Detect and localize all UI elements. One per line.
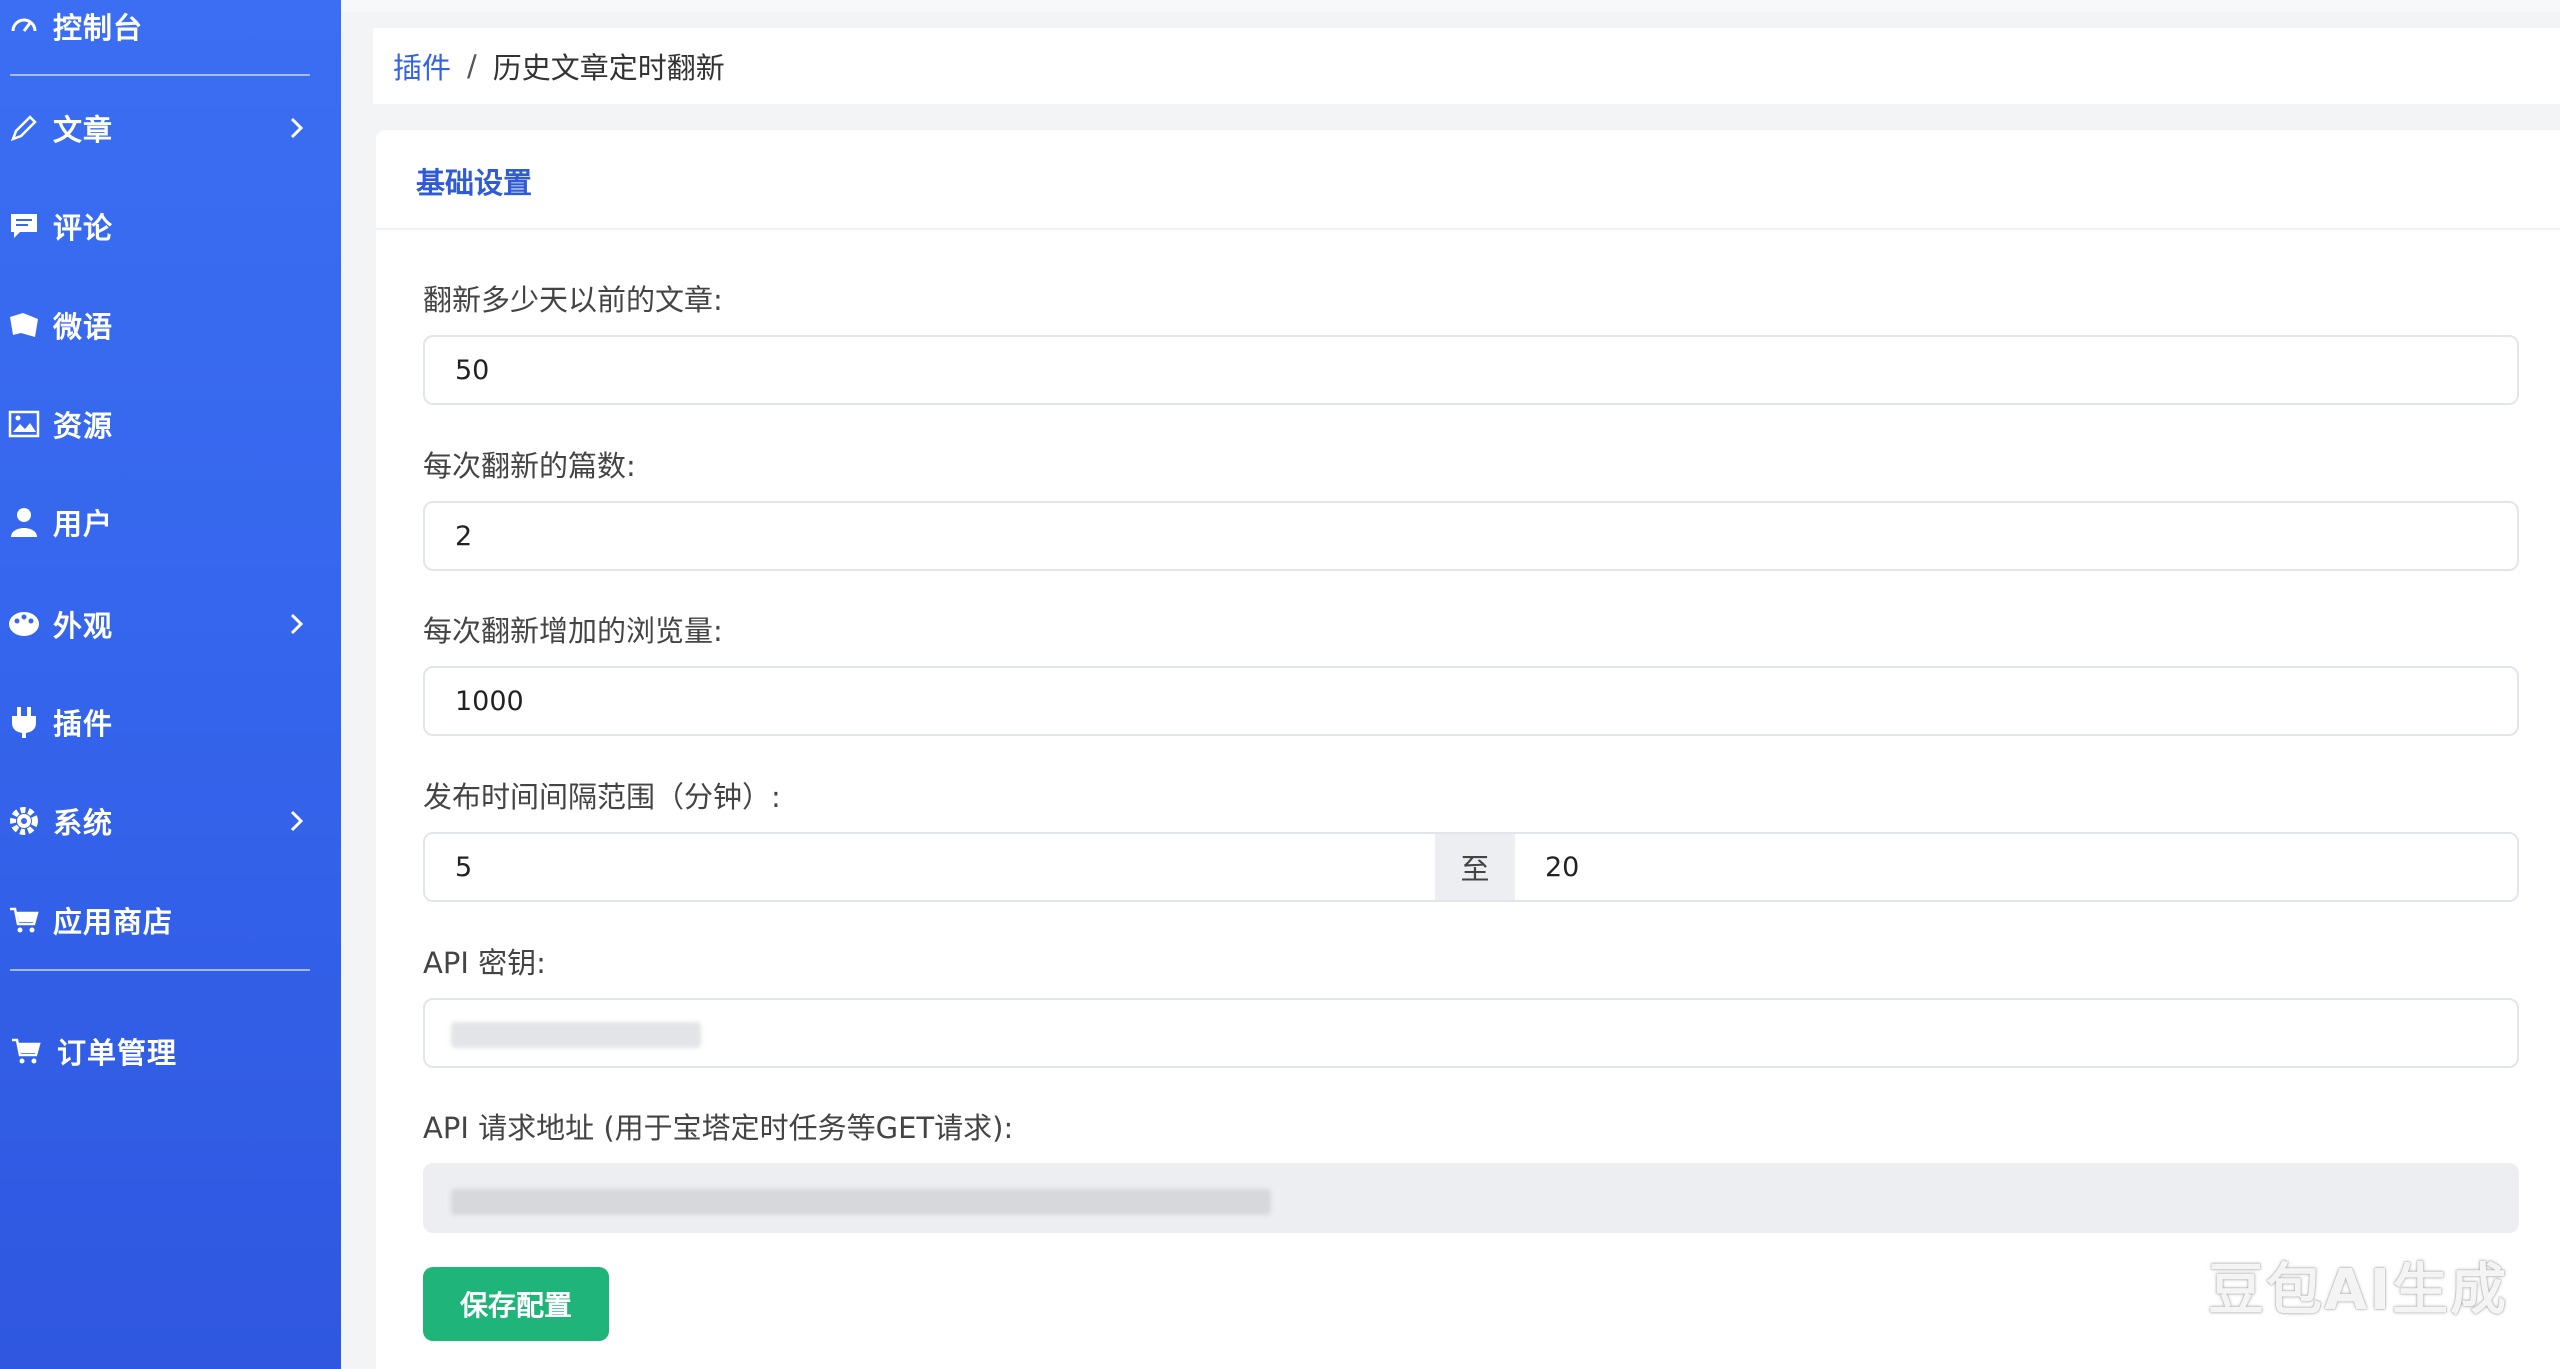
sidebar-item-dashboard[interactable]: 控制台: [0, 0, 341, 66]
breadcrumb: 插件 / 历史文章定时翻新: [373, 28, 2560, 104]
sidebar-item-resources[interactable]: 资源: [0, 384, 341, 464]
interval-range: 至: [423, 832, 2519, 902]
interval-min-input[interactable]: [425, 834, 1435, 900]
settings-card: 基础设置 翻新多少天以前的文章: 每次翻新的篇数: 每次翻新增加的浏览量: 发布…: [376, 130, 2560, 1369]
sidebar-item-system[interactable]: 系统: [0, 781, 341, 861]
sidebar-item-comments[interactable]: 评论: [0, 186, 341, 266]
sidebar-item-label: 订单管理: [57, 1036, 178, 1070]
sidebar-item-label: 插件: [53, 707, 114, 741]
redacted-value: [451, 1022, 701, 1048]
sidebar-item-label: 外观: [53, 609, 114, 643]
sidebar-item-users[interactable]: 用户: [0, 482, 341, 562]
chevron-right-icon: [290, 810, 304, 832]
sidebar-item-orders[interactable]: 订单管理: [0, 1011, 341, 1091]
sidebar: 控制台 文章 评论 微语 资源 用户 外观 插件 系统 应用商店 订单管理: [0, 0, 341, 1369]
interval-max-input[interactable]: [1515, 834, 2517, 900]
gear-icon: [6, 803, 42, 839]
sidebar-item-microblog[interactable]: 微语: [0, 285, 341, 365]
user-icon: [6, 504, 42, 540]
views-label: 每次翻新增加的浏览量:: [423, 614, 723, 648]
plug-icon: [6, 704, 42, 740]
days-label: 翻新多少天以前的文章:: [423, 283, 723, 317]
sidebar-divider: [10, 969, 310, 971]
save-button[interactable]: 保存配置: [423, 1267, 609, 1341]
api-url-label: API 请求地址 (用于宝塔定时任务等GET请求):: [423, 1111, 1014, 1145]
card-title: 基础设置: [416, 166, 533, 200]
pencil-icon: [6, 110, 42, 146]
count-input[interactable]: [423, 501, 2519, 571]
api-url-input[interactable]: [423, 1163, 2519, 1233]
palette-icon: [6, 606, 42, 642]
count-label: 每次翻新的篇数:: [423, 449, 636, 483]
breadcrumb-current: 历史文章定时翻新: [492, 51, 725, 85]
interval-label: 发布时间间隔范围（分钟）:: [423, 780, 781, 814]
sidebar-item-articles[interactable]: 文章: [0, 88, 341, 168]
microblog-icon: [6, 307, 42, 343]
chevron-right-icon: [290, 613, 304, 635]
sidebar-item-label: 控制台: [53, 11, 144, 45]
chevron-right-icon: [290, 117, 304, 139]
sidebar-divider: [10, 74, 310, 76]
sidebar-item-label: 评论: [53, 211, 114, 245]
top-strip: [341, 0, 2560, 12]
sidebar-item-label: 系统: [53, 806, 114, 840]
comment-icon: [6, 208, 42, 244]
sidebar-item-label: 应用商店: [53, 905, 174, 939]
cart-icon: [6, 902, 42, 938]
sidebar-item-label: 用户: [53, 507, 114, 541]
views-input[interactable]: [423, 666, 2519, 736]
card-header: 基础设置: [376, 130, 2560, 230]
breadcrumb-separator: /: [467, 49, 477, 83]
sidebar-item-plugins[interactable]: 插件: [0, 682, 341, 762]
watermark: 豆包AI生成: [2208, 1258, 2509, 1323]
api-key-input[interactable]: [423, 998, 2519, 1068]
breadcrumb-link-plugins[interactable]: 插件: [393, 45, 451, 87]
range-separator: 至: [1435, 834, 1515, 900]
redacted-value: [451, 1189, 1271, 1215]
sidebar-item-label: 微语: [53, 310, 114, 344]
sidebar-item-label: 资源: [53, 409, 114, 443]
cart-icon: [8, 1033, 44, 1069]
days-input[interactable]: [423, 335, 2519, 405]
api-key-label: API 密钥:: [423, 946, 546, 980]
sidebar-item-app-store[interactable]: 应用商店: [0, 880, 341, 960]
sidebar-item-appearance[interactable]: 外观: [0, 584, 341, 664]
sidebar-item-label: 文章: [53, 113, 114, 147]
image-icon: [6, 406, 42, 442]
dashboard-icon: [6, 8, 42, 44]
